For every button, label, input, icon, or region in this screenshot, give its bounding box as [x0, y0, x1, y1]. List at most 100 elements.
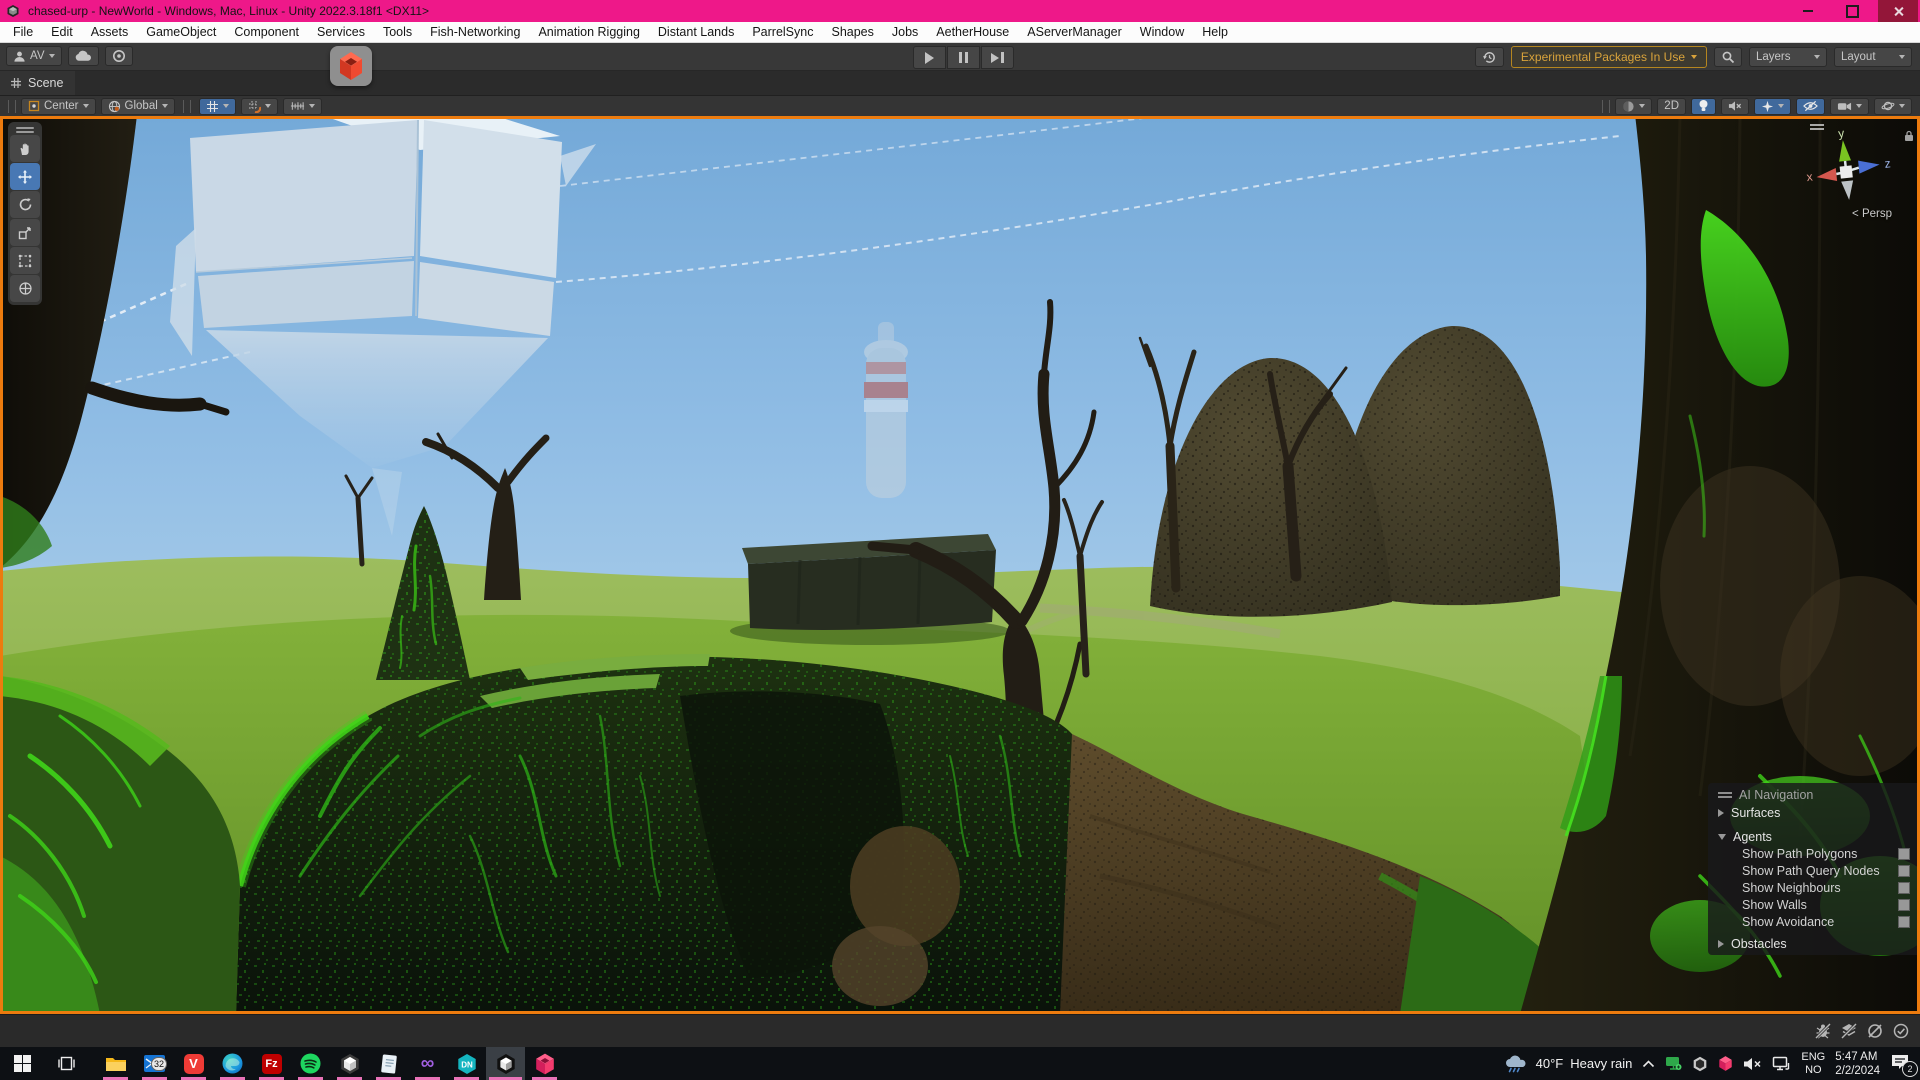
tray-rider-icon[interactable]: [1718, 1055, 1733, 1072]
sync-disabled-icon[interactable]: [1866, 1022, 1884, 1040]
step-button[interactable]: [981, 46, 1014, 69]
taskbar-app-unity-hub[interactable]: [330, 1047, 369, 1080]
minimize-button[interactable]: [1788, 0, 1828, 22]
surfaces-foldout[interactable]: Surfaces: [1708, 804, 1918, 822]
menu-item-aetherhouse[interactable]: AetherHouse: [927, 25, 1018, 39]
menu-item-shapes[interactable]: Shapes: [822, 25, 882, 39]
scale-tool[interactable]: [10, 219, 40, 246]
toolbar-drag-handle[interactable]: [1602, 100, 1610, 113]
weather-widget[interactable]: 40°F Heavy rain: [1505, 1055, 1633, 1073]
search-button[interactable]: [1714, 47, 1742, 67]
experimental-packages-button[interactable]: Experimental Packages In Use: [1511, 46, 1707, 68]
agents-foldout[interactable]: Agents: [1708, 828, 1918, 846]
view-hand-tool[interactable]: [10, 135, 40, 162]
custom-tool-cube-button[interactable]: [330, 46, 372, 86]
layers-dropdown[interactable]: Layers: [1749, 47, 1827, 67]
rect-tool[interactable]: [10, 247, 40, 274]
maximize-button[interactable]: [1832, 0, 1872, 22]
taskbar-app-dotnet-tool[interactable]: DN: [447, 1047, 486, 1080]
move-tool[interactable]: [10, 163, 40, 190]
debugger-disabled-icon[interactable]: [1814, 1022, 1832, 1040]
editor-status-bar: [0, 1014, 1920, 1047]
taskbar-app-file-explorer[interactable]: [96, 1047, 135, 1080]
show-path-polygons-checkbox[interactable]: [1898, 848, 1910, 860]
taskbar-app-unity-editor[interactable]: [486, 1047, 525, 1080]
lighting-toggle[interactable]: [1691, 98, 1716, 115]
cloud-services-button[interactable]: [68, 46, 99, 66]
menu-item-component[interactable]: Component: [225, 25, 308, 39]
tray-remote-icon[interactable]: [1665, 1056, 1682, 1071]
snap-settings-button[interactable]: [241, 98, 278, 115]
check-circle-icon[interactable]: [1892, 1022, 1910, 1040]
start-button[interactable]: [0, 1047, 44, 1080]
menu-item-animation-rigging[interactable]: Animation Rigging: [529, 25, 648, 39]
account-dropdown[interactable]: AV: [6, 46, 62, 66]
tray-unity-icon[interactable]: [1692, 1056, 1708, 1072]
obstacles-foldout[interactable]: Obstacles: [1708, 935, 1918, 953]
show-avoidance-checkbox[interactable]: [1898, 916, 1910, 928]
taskbar-app-vivaldi[interactable]: V: [174, 1047, 213, 1080]
audio-toggle[interactable]: [1721, 98, 1749, 115]
taskbar-clock[interactable]: 5:47 AM 2/2/2024: [1835, 1050, 1880, 1078]
pause-button[interactable]: [947, 46, 980, 69]
effects-dropdown[interactable]: [1754, 98, 1791, 115]
menu-item-edit[interactable]: Edit: [42, 25, 82, 39]
layout-dropdown[interactable]: Layout: [1834, 47, 1912, 67]
menu-item-gameobject[interactable]: GameObject: [137, 25, 225, 39]
overlay-drag-handle[interactable]: [8, 127, 42, 133]
layers-disabled-icon[interactable]: [1840, 1022, 1858, 1040]
tray-expand-chevron-icon[interactable]: [1642, 1060, 1655, 1068]
menu-item-distant-lands[interactable]: Distant Lands: [649, 25, 743, 39]
rotate-tool[interactable]: [10, 191, 40, 218]
tab-scene[interactable]: Scene: [0, 71, 75, 95]
taskbar-app-rider[interactable]: [525, 1047, 564, 1080]
action-center-button[interactable]: 2: [1890, 1053, 1914, 1075]
panel-drag-handle[interactable]: [1718, 790, 1732, 801]
camera-settings-dropdown[interactable]: [1830, 98, 1869, 115]
menu-item-parrelsync[interactable]: ParrelSync: [743, 25, 822, 39]
taskbar-app-mail[interactable]: 32: [135, 1047, 174, 1080]
volume-muted-icon[interactable]: [1743, 1057, 1762, 1071]
option-show-walls: Show Walls: [1708, 897, 1918, 914]
close-button[interactable]: [1878, 0, 1918, 22]
taskbar-app-notepad[interactable]: [369, 1047, 408, 1080]
menu-item-jobs[interactable]: Jobs: [883, 25, 927, 39]
gizmos-dropdown[interactable]: [1874, 98, 1912, 115]
show-neighbours-checkbox[interactable]: [1898, 882, 1910, 894]
play-button[interactable]: [913, 46, 946, 69]
show-path-query-nodes-checkbox[interactable]: [1898, 865, 1910, 877]
transform-tool[interactable]: [10, 275, 40, 302]
taskbar-app-edge[interactable]: [213, 1047, 252, 1080]
network-icon[interactable]: [1772, 1056, 1791, 1071]
maximize-icon: [1846, 5, 1859, 18]
menu-item-services[interactable]: Services: [308, 25, 374, 39]
taskbar-app-filezilla[interactable]: Fz: [252, 1047, 291, 1080]
menu-item-assets[interactable]: Assets: [82, 25, 138, 39]
2d-mode-toggle[interactable]: 2D: [1657, 98, 1686, 115]
version-control-button[interactable]: [105, 46, 133, 66]
menu-item-file[interactable]: File: [4, 25, 42, 39]
spotify-icon: [300, 1053, 321, 1074]
gizmo-overlay-handle[interactable]: [1810, 122, 1824, 132]
task-view-button[interactable]: [44, 1047, 88, 1080]
scene-visibility-toggle[interactable]: [1796, 98, 1825, 115]
draw-mode-dropdown[interactable]: [1615, 98, 1652, 115]
taskbar-app-spotify[interactable]: [291, 1047, 330, 1080]
projection-label[interactable]: < Persp: [1852, 208, 1892, 220]
menu-item-help[interactable]: Help: [1193, 25, 1237, 39]
menu-item-aservermanager[interactable]: AServerManager: [1018, 25, 1131, 39]
grid-visibility-toggle[interactable]: [199, 98, 236, 115]
undo-history-button[interactable]: [1475, 47, 1504, 67]
toolbar-drag-handle[interactable]: [8, 100, 16, 113]
increment-snap-button[interactable]: [283, 98, 322, 115]
show-walls-checkbox[interactable]: [1898, 899, 1910, 911]
menu-item-tools[interactable]: Tools: [374, 25, 421, 39]
orientation-mode-dropdown[interactable]: Global: [101, 98, 175, 115]
pivot-mode-dropdown[interactable]: Center: [21, 98, 96, 115]
language-indicator[interactable]: ENG NO: [1801, 1051, 1825, 1077]
taskbar-app-visual-studio[interactable]: ∞: [408, 1047, 447, 1080]
gizmo-lock-icon[interactable]: [1904, 130, 1914, 142]
scene-viewport[interactable]: y x z < Persp AI Navigation Surfaces: [0, 116, 1920, 1014]
menu-item-fish-networking[interactable]: Fish-Networking: [421, 25, 529, 39]
menu-item-window[interactable]: Window: [1131, 25, 1193, 39]
